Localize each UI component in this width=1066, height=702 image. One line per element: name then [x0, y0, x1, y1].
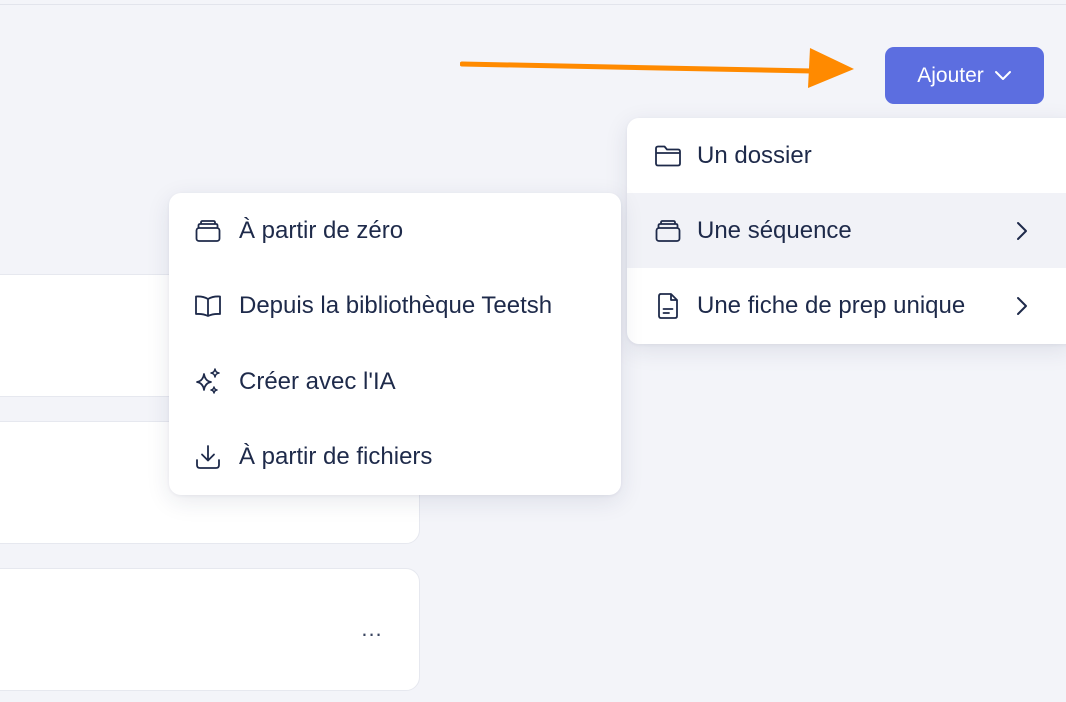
- more-options-button[interactable]: ...: [356, 611, 388, 647]
- menu-item-prep-sheet[interactable]: Une fiche de prep unique: [627, 268, 1066, 343]
- menu-item-folder[interactable]: Un dossier: [627, 118, 1066, 193]
- submenu-item-label: Créer avec l'IA: [239, 367, 396, 395]
- menu-item-sequence[interactable]: Une séquence: [627, 193, 1066, 268]
- chevron-down-icon: [994, 70, 1012, 82]
- book-icon: [193, 291, 223, 321]
- menu-item-label: Une fiche de prep unique: [697, 291, 966, 319]
- submenu-item-library[interactable]: Depuis la bibliothèque Teetsh: [169, 269, 621, 345]
- chevron-right-icon: [1015, 219, 1029, 250]
- sparkles-icon: [193, 367, 223, 397]
- document-icon: [653, 291, 683, 321]
- folder-icon: [653, 141, 683, 171]
- add-button[interactable]: Ajouter: [885, 47, 1044, 104]
- chevron-right-icon: [1015, 294, 1029, 325]
- header-divider: [0, 4, 1066, 5]
- submenu-item-from-files[interactable]: À partir de fichiers: [169, 420, 621, 496]
- menu-item-label: Un dossier: [697, 141, 812, 169]
- add-button-label: Ajouter: [917, 63, 984, 87]
- add-menu: Un dossier Une séquence Une fiche de pre…: [627, 118, 1066, 344]
- annotation-arrow: [460, 48, 854, 88]
- submenu-item-ai[interactable]: Créer avec l'IA: [169, 344, 621, 420]
- submenu-item-label: À partir de fichiers: [239, 443, 433, 471]
- download-icon: [193, 442, 223, 472]
- sequence-submenu: À partir de zéro Depuis la bibliothèque …: [169, 193, 621, 495]
- submenu-item-from-scratch[interactable]: À partir de zéro: [169, 193, 621, 269]
- page: ... Ajouter Un dossier Une séquence Une …: [0, 0, 1066, 702]
- menu-item-label: Une séquence: [697, 216, 852, 244]
- submenu-item-label: À partir de zéro: [239, 216, 404, 244]
- stack-icon: [653, 216, 683, 246]
- submenu-item-label: Depuis la bibliothèque Teetsh: [239, 292, 553, 320]
- stack-icon: [193, 216, 223, 246]
